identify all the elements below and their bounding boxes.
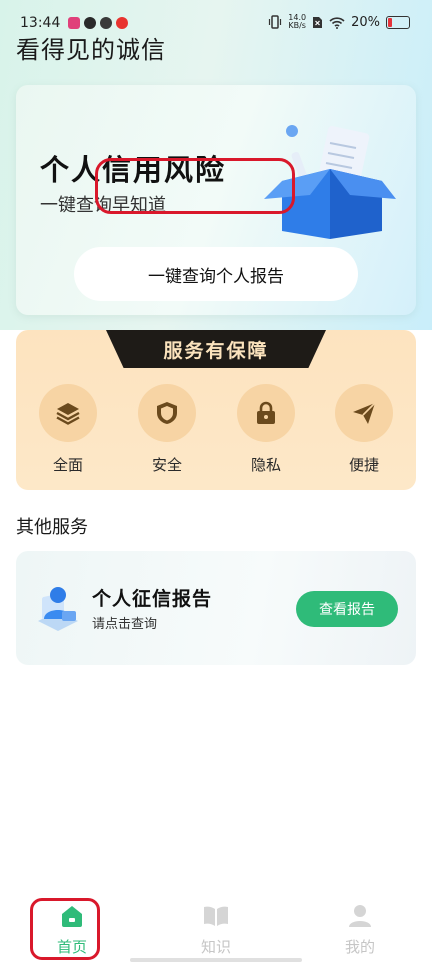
feature-icon-circle: [237, 384, 295, 442]
notification-app-icon: [100, 17, 112, 29]
home-icon: [62, 906, 82, 927]
tab-icon-wrap: [347, 904, 373, 928]
guarantee-title: 服务有保障: [163, 340, 269, 362]
feature-label: 便捷: [348, 456, 379, 474]
tab-knowledge[interactable]: 知识: [176, 904, 256, 957]
feature-label: 安全: [151, 456, 182, 474]
tab-label: 首页: [56, 938, 87, 956]
feature-security: 安全: [127, 384, 207, 475]
service-guarantee-card: 服务有保障 全面 安全 隐私 便捷: [16, 330, 416, 490]
service-title: 个人征信报告: [92, 588, 213, 610]
credit-risk-card: 个人信用风险 一键查询早知道 一键查询个人报告: [16, 85, 416, 315]
tab-home[interactable]: 首页: [32, 904, 112, 957]
feature-icon-circle: [39, 384, 97, 442]
tab-label: 知识: [200, 938, 231, 956]
status-notification-icons: [68, 17, 128, 29]
tab-icon-wrap: [203, 904, 229, 928]
other-services-title: 其他服务: [16, 517, 88, 538]
book-icon: [204, 906, 228, 926]
feature-label: 隐私: [250, 456, 281, 474]
service-subtitle: 请点击查询: [92, 617, 158, 632]
query-personal-report-label: 一键查询个人报告: [148, 266, 284, 287]
query-personal-report-button[interactable]: 一键查询个人报告: [74, 247, 358, 301]
vibrate-icon: [269, 15, 282, 29]
battery-percent: 20%: [351, 14, 380, 30]
status-time: 13:44: [20, 15, 61, 31]
user-icon: [349, 905, 371, 927]
status-right: 14.0 KB/s 20%: [268, 14, 410, 30]
layers-icon: [56, 403, 80, 425]
app-title: 看得见的诚信: [16, 36, 166, 64]
tab-label: 我的: [344, 938, 375, 956]
wifi-icon: [329, 16, 345, 29]
bottom-tab-bar: 首页 知识 我的: [0, 892, 432, 964]
send-icon: [353, 402, 376, 424]
report-box-illustration-icon: [264, 125, 396, 239]
shield-icon: [157, 402, 177, 424]
tab-mine[interactable]: 我的: [320, 904, 400, 957]
feature-label: 全面: [52, 456, 83, 474]
net-speed: 14.0 KB/s: [288, 14, 306, 30]
personal-credit-report-card[interactable]: 个人征信报告 请点击查询 查看报告: [16, 551, 416, 665]
weibo-icon: [116, 17, 128, 29]
feature-icon-circle: [138, 384, 196, 442]
feature-comprehensive: 全面: [28, 384, 108, 475]
tab-icon-wrap: [59, 904, 85, 928]
notification-app-icon: [84, 17, 96, 29]
battery-icon: [386, 15, 410, 29]
status-bar: 13:44 14.0 KB/s 20%: [0, 0, 432, 34]
feature-convenience: 便捷: [324, 384, 404, 475]
hero-title: 个人信用风险: [40, 153, 227, 187]
notification-app-icon: [68, 17, 80, 29]
sim-icon: [313, 16, 323, 28]
lock-icon: [257, 401, 275, 424]
net-speed-unit: KB/s: [288, 21, 306, 30]
feature-icon-circle: [335, 384, 393, 442]
home-indicator[interactable]: [130, 958, 302, 962]
credit-report-user-icon: [38, 587, 78, 631]
hero-subtitle: 一键查询早知道: [40, 195, 166, 216]
view-report-button[interactable]: 查看报告: [296, 591, 398, 627]
feature-privacy: 隐私: [226, 384, 306, 475]
